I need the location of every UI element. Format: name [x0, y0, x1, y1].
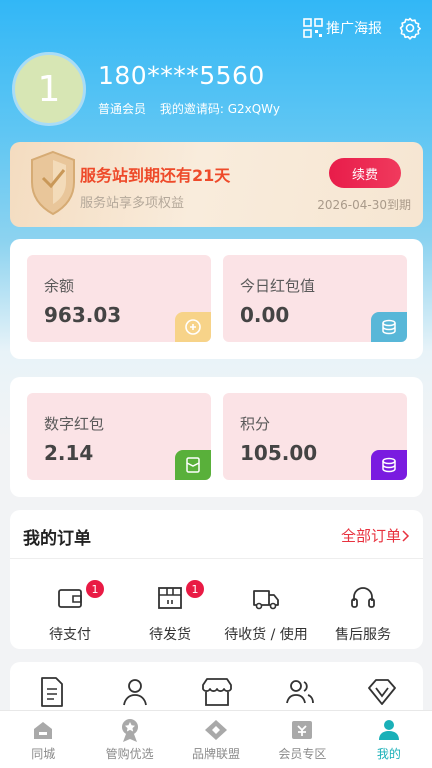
gear-icon: [399, 17, 421, 40]
wallet-icon: [175, 312, 211, 342]
balance-value: 963.03: [44, 303, 122, 327]
wallet-card-1: 余额 963.03 今日红包值 0.00: [10, 239, 423, 359]
award-icon: [121, 719, 138, 742]
invite-code[interactable]: 我的邀请码: G2xQWy: [160, 102, 280, 116]
redpacket-icon: [175, 450, 211, 480]
renew-button[interactable]: 续费: [329, 158, 401, 188]
member-level: 普通会员: [98, 102, 147, 116]
tab-city[interactable]: 同城: [0, 711, 86, 768]
tab-mine-label: 我的: [376, 747, 401, 761]
ticket-icon: [292, 721, 313, 739]
digital-redpacket-value: 2.14: [44, 441, 94, 465]
order-pending-payment[interactable]: 1 待支付: [16, 580, 124, 644]
orders-card: 我的订单 全部订单 1 待支付 1 待发货 待收货 / 使用 售后服务: [10, 510, 423, 649]
pending-payment-badge: 1: [86, 580, 104, 598]
qrcode-icon: [303, 18, 323, 38]
station-title: 服务站到期还有21天: [80, 166, 231, 185]
daily-redpacket-tile[interactable]: 今日红包值 0.00: [223, 255, 407, 342]
pending-receipt-label: 待收货 / 使用: [224, 627, 308, 643]
top-bar: 推广海报: [303, 14, 422, 42]
wallet-card-2: 数字红包 2.14 积分 105.00: [10, 377, 423, 497]
station-banner: 服务站到期还有21天 服务站享多项权益 续费 2026-04-30到期: [10, 142, 423, 227]
expire-date: 2026-04-30到期: [317, 198, 411, 212]
vip-icon[interactable]: [362, 676, 402, 710]
balance-tile[interactable]: 余额 963.03: [27, 255, 211, 342]
shield-icon: [31, 150, 75, 216]
orders-title: 我的订单: [23, 529, 91, 549]
pending-shipment-label: 待发货: [149, 627, 191, 643]
all-orders-label: 全部订单: [340, 527, 401, 545]
digital-redpacket-label: 数字红包: [44, 415, 105, 433]
chevron-right-icon: [402, 529, 410, 542]
document-icon[interactable]: [32, 676, 72, 710]
tab-member-label: 会员专区: [278, 747, 327, 761]
tab-brand[interactable]: 品牌联盟: [173, 711, 259, 768]
home-icon: [34, 722, 53, 739]
pending-shipment-badge: 1: [186, 580, 204, 598]
points-icon: [371, 450, 407, 480]
diamond-icon: [205, 720, 228, 740]
tab-city-label: 同城: [31, 747, 56, 761]
user-icon[interactable]: [115, 676, 155, 710]
bottom-tab-bar: 同城 管购优选 品牌联盟 会员专区 我的: [0, 710, 432, 768]
profile-info: 180****5560 普通会员 我的邀请码: G2xQWy: [98, 61, 280, 117]
after-sales-label: 售后服务: [335, 627, 391, 643]
order-pending-shipment[interactable]: 1 待发货: [116, 580, 224, 644]
wallet-outline-icon: [58, 589, 82, 608]
poster-button[interactable]: 推广海报: [303, 18, 382, 38]
order-after-sales[interactable]: 售后服务: [309, 584, 417, 644]
avatar[interactable]: 1: [12, 52, 86, 126]
station-subtitle: 服务站享多项权益: [80, 196, 185, 211]
team-icon[interactable]: [280, 676, 320, 710]
headset-icon: [351, 587, 375, 608]
tab-brand-label: 品牌联盟: [192, 747, 241, 761]
package-icon: [158, 587, 182, 609]
coins-icon: [371, 312, 407, 342]
tab-member[interactable]: 会员专区: [259, 711, 345, 768]
truck-icon: [253, 590, 279, 610]
divider: [10, 558, 423, 559]
profile-subline: 普通会员 我的邀请码: G2xQWy: [98, 100, 280, 117]
store-icon[interactable]: [197, 676, 237, 710]
daily-redpacket-value: 0.00: [240, 303, 290, 327]
points-value: 105.00: [240, 441, 318, 465]
tab-selection[interactable]: 管购优选: [86, 711, 172, 768]
daily-redpacket-label: 今日红包值: [240, 277, 316, 295]
order-pending-receipt[interactable]: 待收货 / 使用: [212, 584, 320, 644]
all-orders-link[interactable]: 全部订单: [341, 525, 411, 546]
phone-number: 180****5560: [98, 61, 265, 90]
profile-section: 1 180****5560 普通会员 我的邀请码: G2xQWy: [12, 52, 280, 126]
balance-label: 余额: [44, 277, 75, 295]
tab-selection-label: 管购优选: [105, 747, 154, 761]
person-icon: [378, 720, 399, 740]
tab-mine[interactable]: 我的: [346, 711, 432, 768]
poster-label: 推广海报: [326, 21, 382, 37]
pending-payment-label: 待支付: [49, 627, 91, 643]
points-tile[interactable]: 积分 105.00: [223, 393, 407, 480]
settings-button[interactable]: [398, 16, 422, 40]
digital-redpacket-tile[interactable]: 数字红包 2.14: [27, 393, 211, 480]
points-label: 积分: [240, 415, 271, 433]
